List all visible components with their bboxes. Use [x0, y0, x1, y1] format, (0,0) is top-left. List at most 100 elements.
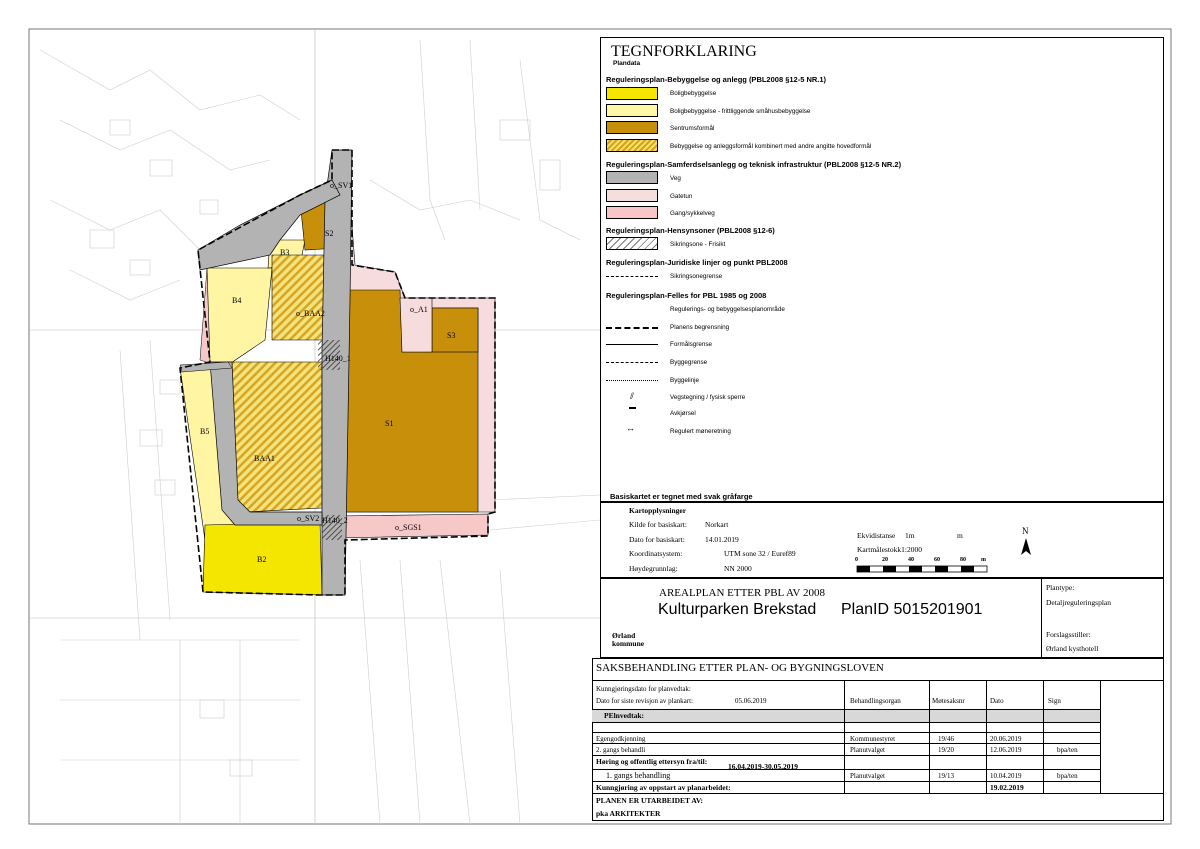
proposer-label: Forslagsstiller:: [1046, 630, 1091, 639]
row-sak: 19/46: [938, 735, 954, 743]
legend-swatch: [606, 139, 658, 152]
zone-baa2: [271, 254, 329, 341]
column-header: Behandlingsorgan: [850, 697, 901, 705]
label-h140-2: H140_2: [322, 516, 348, 525]
legend-item-label: Byggelinje: [670, 377, 700, 384]
sperre-icon: ⫽: [630, 391, 635, 401]
row-dato: 19.02.2019: [990, 783, 1024, 792]
legend-swatch: [606, 87, 658, 100]
basis-note: Basiskartet er tegnet med svak gråfarge: [610, 492, 753, 501]
map-info-label: Koordinatsystem:: [629, 549, 683, 558]
map-info-label: Kilde for basiskart:: [629, 520, 687, 529]
label-baa2: o_BAA2: [296, 309, 325, 318]
row-label: Egengodkjenning: [596, 735, 646, 743]
map-info-value: Norkart: [705, 520, 729, 529]
row-sak: 19/13: [938, 772, 954, 780]
revision-value: 05.06.2019: [735, 697, 767, 705]
legend-swatch: [606, 104, 658, 117]
label-h140-1: H140_1: [325, 354, 351, 363]
revision-label: Dato for siste revisjon av plankart:: [596, 697, 694, 705]
legend-item-label: Sikringsone - Frisikt: [670, 241, 726, 248]
north-label: N: [1022, 526, 1029, 536]
column-header: Dato: [990, 697, 1004, 705]
avkjorsel-icon: [629, 407, 636, 409]
plantype-value: Detaljreguleringsplan: [1046, 598, 1111, 607]
legend-line-sample: [606, 327, 658, 329]
label-b2: B2: [257, 555, 267, 564]
plan-id: PlanID 5015201901: [841, 601, 983, 618]
legend-title: TEGNFORKLARING: [611, 43, 757, 60]
ekvidistanse-value: 1m: [905, 531, 915, 540]
ekvidistanse-unit: m: [957, 531, 963, 540]
row-organ: Kommunestyret: [850, 735, 896, 743]
scale-tick: 80: [960, 557, 966, 563]
label-sgs1: o_SGS1: [395, 523, 422, 532]
legend-item-label: Byggegrense: [670, 359, 708, 366]
legend-item-label: Avkjørsel: [670, 410, 696, 417]
legend-line-sample: [606, 344, 658, 345]
scale-label: Kartmålestokk1:2000: [857, 545, 922, 554]
legend-item-label: Regulert møneretning: [670, 428, 731, 435]
kunngjoring-label: Kunngjøringsdato for planvedtak:: [596, 685, 691, 693]
map-info-label: Høydegrunnlag:: [629, 564, 678, 573]
row-organ: Planutvalget: [850, 772, 885, 780]
map-info-value: UTM sone 32 / Euref89: [724, 549, 796, 558]
legend-item-label: Regulerings- og bebyggelsesplanområde: [670, 306, 785, 313]
legend-swatch: [606, 237, 658, 250]
title-heading: AREALPLAN ETTER PBL AV 2008: [659, 587, 826, 599]
legend-item-label: Bebyggelse og anleggsformål kombinert me…: [670, 143, 872, 150]
vedtak-row: [592, 709, 1100, 723]
proposer-value: Ørland kysthotell: [1046, 644, 1099, 653]
row-label: Kunngjøring av oppstart av planarbeidet:: [596, 783, 731, 792]
ekvidistanse-label: Ekvidistanse: [857, 531, 896, 540]
legend-subtitle: Plandata: [613, 60, 641, 67]
row-sign: bpa/ten: [1057, 746, 1078, 754]
row-label: 1. gangs behandling: [606, 771, 671, 780]
map-info-heading: Kartopplysninger: [629, 506, 687, 515]
map-info-label: Dato for basiskart:: [629, 535, 685, 544]
legend-section-heading: Reguleringsplan-Bebyggelse og anlegg (PB…: [606, 75, 827, 84]
author-value: pka ARKITEKTER: [596, 809, 661, 818]
plan-name: Kulturparken Brekstad: [658, 601, 817, 618]
map-info-value: NN 2000: [724, 564, 752, 573]
label-b3: B3: [280, 248, 290, 257]
zone-s3: [431, 307, 479, 353]
zone-baa1: [227, 361, 323, 513]
scale-tick: 40: [908, 557, 914, 563]
legend-line-sample: [606, 362, 658, 363]
municipality-line2: kommune: [612, 639, 645, 648]
legend-item-label: Gang/sykkelveg: [670, 210, 715, 217]
column-header: Sign: [1048, 697, 1061, 705]
legend-line-sample: [606, 276, 658, 277]
column-header: Møtesaksnr: [932, 697, 965, 705]
label-s3: S3: [447, 331, 456, 340]
legend-section-heading: Reguleringsplan-Felles for PBL 1985 og 2…: [606, 291, 767, 300]
scale-tick: 20: [882, 557, 888, 563]
mone-arrow-icon: ↔: [626, 423, 635, 433]
legend-item-label: Boligbebyggelse - frittliggende småhusbe…: [670, 108, 811, 115]
row-dato: 10.04.2019: [990, 772, 1022, 780]
row-sign: bpa/ten: [1057, 772, 1078, 780]
processing-heading: SAKSBEHANDLING ETTER PLAN- OG BYGNINGSLO…: [596, 662, 884, 674]
legend-item-label: Formålsgrense: [670, 341, 712, 348]
legend-section-heading: Reguleringsplan-Hensynsoner (PBL2008 §12…: [606, 226, 775, 235]
legend-swatch: [606, 171, 658, 184]
author-label: PLANEN ER UTARBEIDET AV:: [596, 796, 704, 805]
legend-section-heading: Reguleringsplan-Juridiske linjer og punk…: [606, 258, 788, 267]
label-a1: o_A1: [410, 305, 428, 314]
row-label: 2. gangs behandli: [596, 746, 646, 754]
legend-section-heading: Reguleringsplan-Samferdselsanlegg og tek…: [606, 160, 902, 169]
label-s2: S2: [325, 229, 334, 238]
label-sv2: o_SV2: [297, 514, 320, 523]
row-sak: 19/20: [938, 746, 954, 754]
label-s1: S1: [385, 419, 394, 428]
vedtak-label: PElnvedtak:: [604, 711, 645, 720]
legend-swatch: [606, 206, 658, 219]
scale-tick: 0: [855, 557, 858, 563]
legend-swatch: [606, 189, 658, 202]
legend-item-label: Gatetun: [670, 193, 693, 200]
legend-item-label: Planens begrensning: [670, 324, 730, 331]
legend-line-sample: [606, 380, 658, 381]
legend-swatch: [606, 121, 658, 134]
label-baa1: BAA1: [254, 454, 275, 463]
